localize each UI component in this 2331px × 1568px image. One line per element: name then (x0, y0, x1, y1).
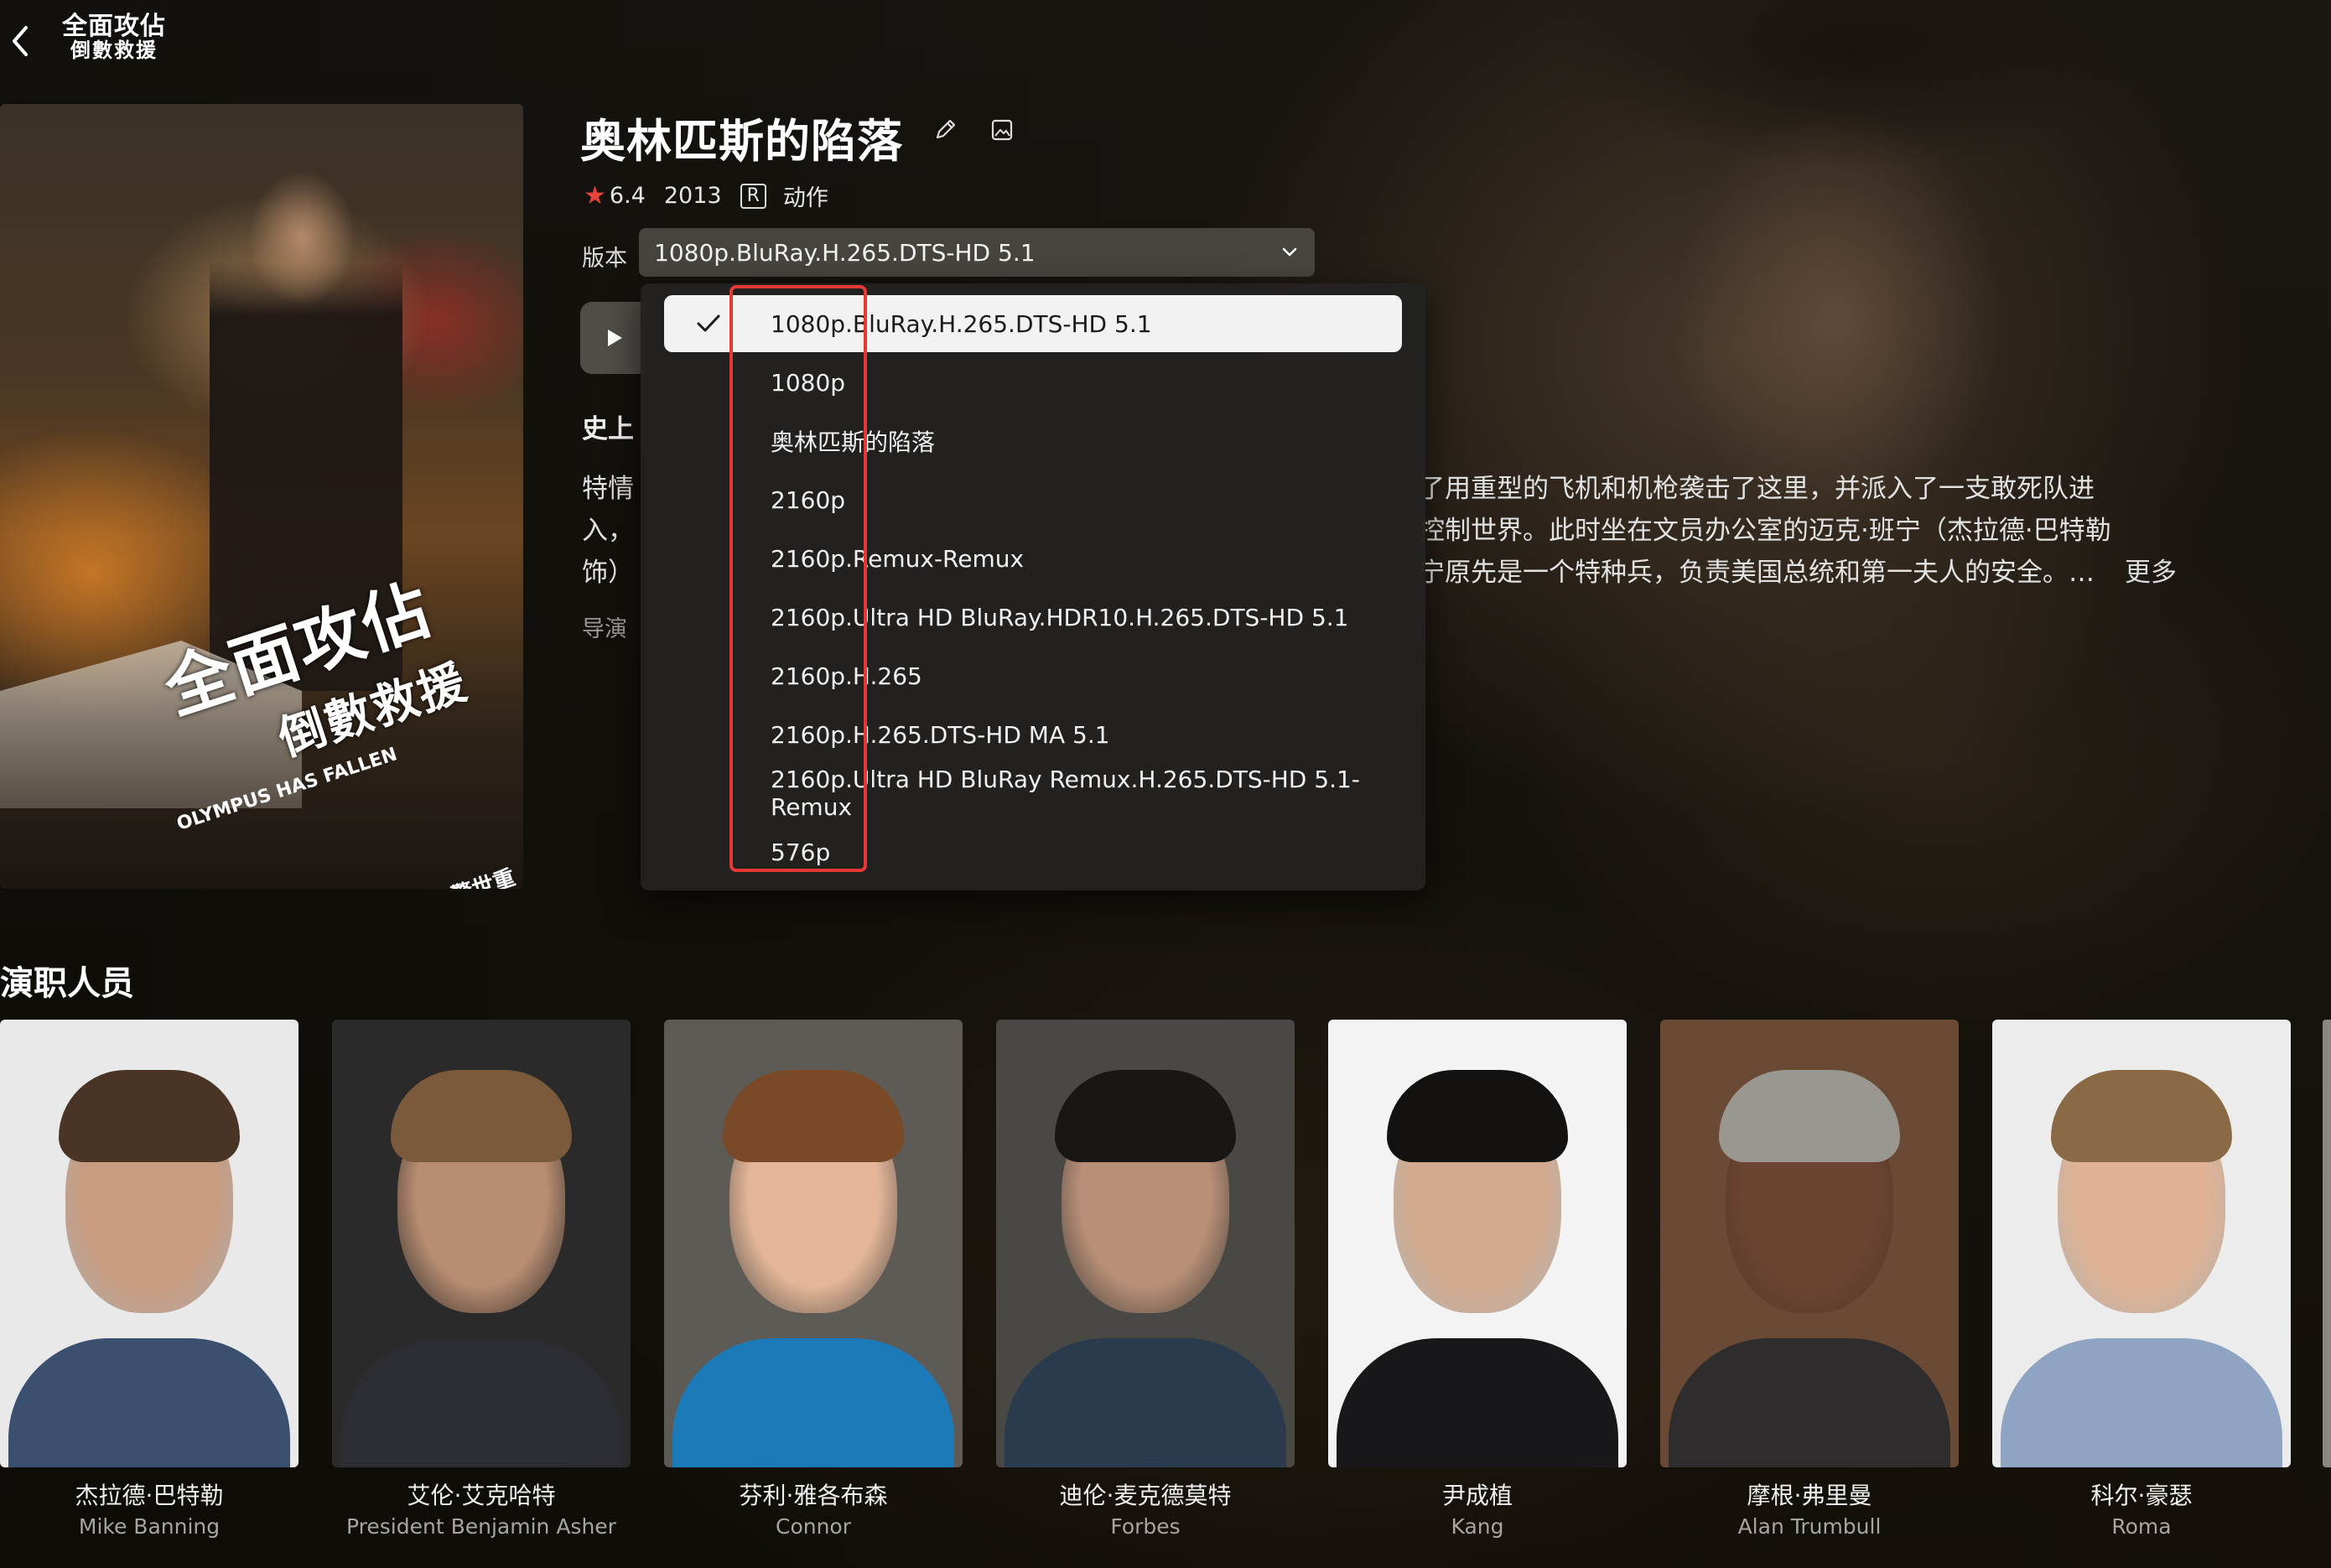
movie-meta: ★ 6.4 2013 R 动作 (584, 179, 828, 212)
cast-card[interactable]: 科尔·豪瑟 Roma (1992, 1020, 2291, 1539)
cast-card[interactable]: 艾伦·艾克哈特 President Benjamin Asher (332, 1020, 631, 1539)
cast-role: Kang (1451, 1514, 1504, 1539)
cast-photo (0, 1020, 299, 1467)
play-button[interactable] (580, 302, 647, 374)
version-option[interactable]: 1080p.BluRay.H.265.DTS-HD 5.1 (664, 295, 1402, 352)
cast-role: President Benjamin Asher (346, 1514, 616, 1539)
chevron-down-icon (1282, 247, 1297, 257)
cast-role: Alan Trumbull (1737, 1514, 1882, 1539)
cast-name: 迪伦·麦克德莫特 (1059, 1482, 1232, 1509)
cast-photo-hair (2051, 1070, 2232, 1162)
director-label: 导演 (582, 616, 627, 642)
cast-card[interactable]: 尹成植 Kang (1328, 1020, 1627, 1539)
version-label: 版本 (582, 246, 627, 272)
cast-photo-shirt (340, 1338, 622, 1467)
cast-name: 艾伦·艾克哈特 (407, 1482, 556, 1509)
cast-name: 芬利·雅各布森 (739, 1482, 888, 1509)
description-line: 了用重型的飞机和机枪袭击了这里，并派入了一支敢死队进 (1419, 474, 2095, 504)
poster-date: 3月22日 驚世重囤 (355, 860, 523, 889)
version-option[interactable]: 576p (664, 823, 1402, 880)
version-option[interactable]: 2160p (664, 471, 1402, 528)
pencil-icon[interactable] (932, 116, 959, 143)
cast-photo (664, 1020, 963, 1467)
cast-name: 杰拉德·巴特勒 (75, 1482, 224, 1509)
cast-photo-hair (1719, 1070, 1900, 1162)
cast-photo-hair (1055, 1070, 1236, 1162)
play-icon (608, 330, 622, 346)
tagline: 史上 (582, 414, 634, 444)
cast-photo-hair (723, 1070, 904, 1162)
star-icon: ★ (584, 181, 606, 210)
cast-photo-shirt (1337, 1338, 1618, 1467)
cast-photo-hair (59, 1070, 240, 1162)
cast-role: Connor (775, 1514, 851, 1539)
cast-role: Roma (2111, 1514, 2172, 1539)
description-right: 了用重型的飞机和机枪袭击了这里，并派入了一支敢死队进 控制世界。此时坐在文员办公… (1419, 468, 2177, 594)
cast-name: 摩根·弗里曼 (1747, 1482, 1872, 1509)
version-dropdown-menu: 1080p.BluRay.H.265.DTS-HD 5.1 1080p 奥林匹斯… (641, 283, 1425, 890)
description-left: 特情 入， 饰） (582, 474, 634, 588)
page-title: 奥林匹斯的陷落 (580, 115, 903, 168)
cast-name: 尹成植 (1441, 1482, 1513, 1509)
cast-role: Forbes (1110, 1514, 1181, 1539)
release-year: 2013 (663, 183, 722, 209)
cast-photo (1992, 1020, 2291, 1467)
cast-photo (1328, 1020, 1627, 1467)
version-option[interactable]: 2160p.Ultra HD BluRay Remux.H.265.DTS-HD… (664, 765, 1402, 822)
cast-photo-shirt (2001, 1338, 2282, 1467)
cast-photo-hair (391, 1070, 572, 1162)
cast-card[interactable]: 芬利·雅各布森 Connor (664, 1020, 963, 1539)
version-option[interactable]: 2160p.H.265 (664, 647, 1402, 704)
cast-photo (332, 1020, 631, 1467)
chevron-left-icon (13, 26, 28, 56)
version-option[interactable]: 奥林匹斯的陷落 (664, 413, 1402, 470)
cast-card[interactable]: 摩根·弗里曼 Alan Trumbull (1660, 1020, 1959, 1539)
cast-photo-shirt (1669, 1338, 1950, 1467)
cast-card[interactable]: 杰拉德·巴特勒 Mike Banning (0, 1020, 299, 1539)
logo-line1: 全面攻佔 (62, 12, 166, 41)
checkmark-icon (697, 314, 720, 332)
cast-photo-shirt (672, 1338, 954, 1467)
cast-photo (1660, 1020, 1959, 1467)
description-line: 控制世界。此时坐在文员办公室的迈克·班宁（杰拉德·巴特勒 (1419, 516, 2111, 546)
version-select-value: 1080p.BluRay.H.265.DTS-HD 5.1 (654, 238, 1036, 267)
logo-line2: 倒數救援 (70, 38, 158, 62)
movie-logo: 全面攻佔 倒數救援 (55, 13, 173, 61)
cast-role: Mike Banning (78, 1514, 221, 1539)
cast-card-partial[interactable] (2323, 1020, 2331, 1467)
content-rating-badge: R (740, 183, 766, 209)
cast-photo-shirt (1005, 1338, 1286, 1467)
version-option[interactable]: 2160p.H.265.DTS-HD MA 5.1 (664, 706, 1402, 763)
cast-name: 科尔·豪瑟 (2090, 1482, 2193, 1509)
image-icon[interactable] (989, 117, 1015, 143)
version-option[interactable]: 1080p (664, 354, 1402, 411)
genre: 动作 (782, 185, 828, 211)
cast-card[interactable]: 迪伦·麦克德莫特 Forbes (996, 1020, 1295, 1539)
cast-photo-hair (1387, 1070, 1568, 1162)
cast-photo (996, 1020, 1295, 1467)
poster-title: 全面攻佔 倒數救援 (151, 552, 475, 797)
version-select[interactable]: 1080p.BluRay.H.265.DTS-HD 5.1 (639, 228, 1315, 277)
rating-value: 6.4 (609, 183, 646, 209)
cast-photo-shirt (8, 1338, 290, 1467)
cast-section-title: 演职人员 (0, 964, 134, 1003)
movie-poster: 全面攻佔 倒數救援 OLYMPUS HAS FALLEN 3月22日 驚世重囤 (0, 104, 523, 889)
description-line: 宁原先是一个特种兵，负责美国总统和第一夫人的安全。… 更多 (1419, 558, 2177, 588)
back-button[interactable] (3, 20, 37, 62)
version-option[interactable]: 2160p.Remux-Remux (664, 530, 1402, 587)
version-option[interactable]: 2160p.Ultra HD BluRay.HDR10.H.265.DTS-HD… (664, 589, 1402, 646)
more-link[interactable]: 更多 (2125, 558, 2177, 588)
